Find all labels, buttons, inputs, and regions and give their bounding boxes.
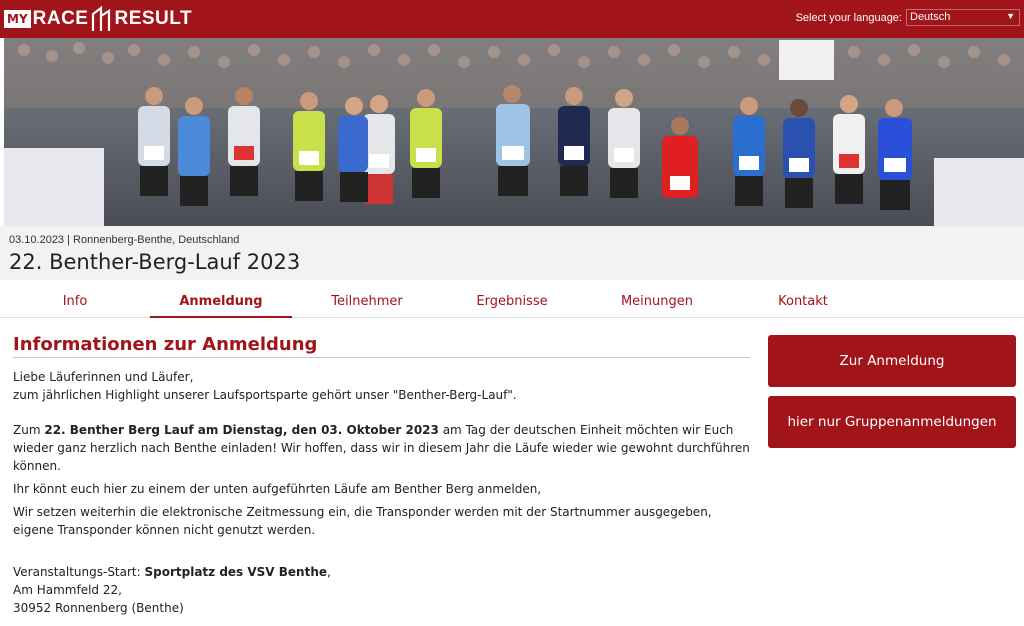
myraceresult-logo[interactable]: MY RACE RESULT <box>4 5 192 33</box>
logo-race: RACE <box>32 8 89 29</box>
language-label: Select your language: <box>795 11 902 24</box>
invitation-date: 22. Benther Berg Lauf am Dienstag, den 0… <box>44 423 439 437</box>
tab-teilnehmer[interactable]: Teilnehmer <box>296 288 438 318</box>
hero-image <box>4 38 1024 226</box>
runners-photo <box>4 38 1024 226</box>
logo-my: MY <box>4 10 31 28</box>
tab-anmeldung[interactable]: Anmeldung <box>150 288 292 318</box>
event-tabs: Info Anmeldung Teilnehmer Ergebnisse Mei… <box>0 288 1024 318</box>
transponder-note: Wir setzen weiterhin die elektronische Z… <box>13 505 712 537</box>
invitation-pre: Zum <box>13 423 45 437</box>
event-date-location: 03.10.2023 | Ronnenberg-Benthe, Deutschl… <box>9 234 240 246</box>
invitation-paragraph: Zum 22. Benther Berg Lauf am Dienstag, d… <box>13 421 753 475</box>
section-title: Informationen zur Anmeldung <box>13 334 750 358</box>
registration-info: Informationen zur Anmeldung Liebe Läufer… <box>13 334 753 617</box>
registration-note: Ihr könnt euch hier zu einem der unten a… <box>13 482 542 496</box>
venue-name: Sportplatz des VSV Benthe <box>144 565 328 579</box>
event-title: 22. Benther-Berg-Lauf 2023 <box>9 250 301 274</box>
greeting-line-1: Liebe Läuferinnen und Läufer, <box>13 370 194 384</box>
register-button[interactable]: Zur Anmeldung <box>768 335 1016 387</box>
venue-line: Veranstaltungs-Start: Sportplatz des VSV… <box>13 563 753 581</box>
tab-info[interactable]: Info <box>4 288 146 318</box>
group-registration-button[interactable]: hier nur Gruppenanmeldungen <box>768 396 1016 448</box>
logo-mark-icon <box>92 6 111 31</box>
address-city: 30952 Ronnenberg (Benthe) <box>13 601 184 615</box>
venue-comma: , <box>327 565 331 579</box>
event-header: 03.10.2023 | Ronnenberg-Benthe, Deutschl… <box>0 226 1024 280</box>
language-select[interactable]: Deutsch ▼ <box>906 9 1020 26</box>
venue-label: Veranstaltungs-Start: <box>13 565 145 579</box>
tab-kontakt[interactable]: Kontakt <box>732 288 874 318</box>
language-value: Deutsch <box>910 11 951 23</box>
tab-meinungen[interactable]: Meinungen <box>586 288 728 318</box>
greeting: Liebe Läuferinnen und Läufer, zum jährli… <box>13 368 753 404</box>
venue-block: Veranstaltungs-Start: Sportplatz des VSV… <box>13 563 753 617</box>
chevron-down-icon: ▼ <box>1006 11 1015 21</box>
greeting-line-2: zum jährlichen Highlight unserer Laufspo… <box>13 388 517 402</box>
address-street: Am Hammfeld 22, <box>13 583 122 597</box>
top-bar: MY RACE RESULT Select your language: Deu… <box>0 0 1024 38</box>
logo-result: RESULT <box>114 8 193 29</box>
tab-ergebnisse[interactable]: Ergebnisse <box>441 288 583 318</box>
language-selector: Select your language: Deutsch ▼ <box>796 9 1020 26</box>
